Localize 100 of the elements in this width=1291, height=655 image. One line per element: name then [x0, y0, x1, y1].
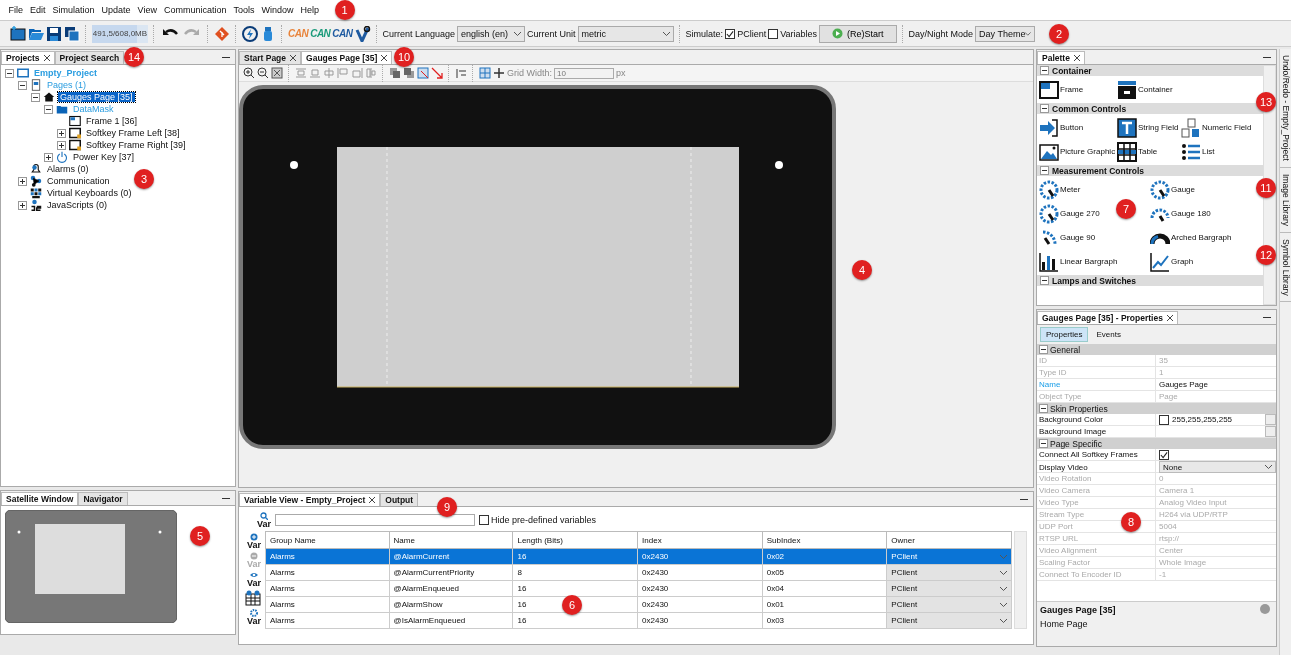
zoom-in-icon[interactable] — [243, 67, 255, 79]
property-name[interactable]: Display Video — [1037, 462, 1155, 472]
palette-item[interactable]: Gauge 90 — [1060, 233, 1096, 242]
expand-icon[interactable] — [18, 200, 27, 210]
column-header[interactable]: Owner — [886, 531, 1012, 549]
menu-item[interactable]: File — [5, 5, 27, 15]
panel-tab[interactable]: Variable View - Empty_Project — [239, 493, 381, 506]
expand-icon[interactable] — [57, 140, 66, 150]
panel-tab[interactable]: Gauges Page [35] - Properties — [1037, 311, 1178, 324]
panel-tab[interactable]: Start Page — [239, 51, 302, 64]
close-icon[interactable] — [1073, 55, 1080, 61]
dropdown-caret-icon[interactable] — [1000, 570, 1008, 575]
save-icon[interactable] — [46, 25, 62, 42]
collapse-icon[interactable] — [18, 80, 27, 90]
lightning-icon[interactable] — [242, 25, 258, 42]
git-icon[interactable] — [214, 25, 230, 42]
close-icon[interactable] — [369, 497, 376, 503]
panel-tab[interactable]: Projects — [1, 51, 55, 64]
close-icon[interactable] — [290, 55, 297, 61]
menu-item[interactable]: Communication — [160, 5, 230, 15]
resize-icon[interactable] — [417, 67, 429, 79]
collapse-icon[interactable] — [31, 92, 40, 102]
collapse-icon[interactable] — [1040, 166, 1049, 175]
dropdown-caret-icon[interactable] — [1000, 602, 1008, 607]
dropdown-caret-icon[interactable] — [1000, 586, 1008, 591]
fit-icon[interactable] — [271, 67, 283, 79]
palette-item[interactable]: Frame — [1060, 85, 1084, 94]
tree-item[interactable]: Alarms (0) — [45, 164, 91, 174]
panel-tab[interactable]: Project Search — [54, 51, 125, 64]
v-logo-icon[interactable] — [354, 25, 371, 42]
panel-tab[interactable]: Satellite Window — [1, 492, 79, 505]
dropdown-caret-icon[interactable] — [662, 31, 670, 36]
section-header[interactable]: Container — [1052, 65, 1092, 76]
panel-tab[interactable]: Output — [380, 493, 419, 506]
side-tab[interactable]: Undo/Redo - Empty_Project — [1280, 49, 1291, 168]
panel-tab[interactable]: Palette — [1037, 51, 1085, 64]
menu-item[interactable]: Update — [98, 5, 135, 15]
group-header[interactable]: General — [1050, 344, 1081, 355]
side-tab[interactable]: Symbol Library — [1280, 232, 1291, 303]
restart-button[interactable]: (Re)Start — [819, 24, 897, 43]
palette-item[interactable]: Gauge 180 — [1171, 209, 1211, 218]
palette-item[interactable]: Picture Graphic — [1060, 147, 1116, 156]
property-name[interactable]: Connect All Softkey Frames — [1037, 450, 1155, 459]
collapse-icon[interactable] — [1040, 66, 1049, 75]
expand-icon[interactable] — [18, 176, 27, 186]
tree-item[interactable]: Softkey Frame Left [38] — [84, 128, 182, 138]
property-name[interactable]: Background Image — [1037, 427, 1155, 436]
palette-item[interactable]: Button — [1060, 123, 1084, 132]
menu-item[interactable]: Help — [297, 5, 323, 15]
column-header[interactable]: Index — [637, 531, 763, 549]
palette-item[interactable]: Container — [1138, 85, 1173, 94]
snap-icon[interactable] — [493, 67, 505, 79]
theme-dropdown[interactable]: Day Theme — [975, 25, 1036, 42]
tree-item[interactable]: Frame 1 [36] — [84, 116, 140, 126]
panel-tab[interactable]: Navigator — [78, 492, 128, 505]
collapse-icon[interactable] — [1039, 404, 1048, 413]
tool-label[interactable]: Var — [246, 617, 261, 625]
color-swatch[interactable] — [1159, 414, 1169, 425]
expand-icon[interactable] — [44, 152, 53, 162]
property-name[interactable]: Background Color — [1037, 415, 1155, 424]
collapse-icon[interactable] — [44, 104, 53, 114]
palette-item[interactable]: Arched Bargraph — [1171, 233, 1232, 242]
column-header[interactable]: Group Name — [265, 531, 390, 549]
table-icon[interactable] — [245, 590, 261, 606]
collapse-icon[interactable] — [1040, 276, 1049, 285]
unit-dropdown[interactable]: metric — [577, 25, 674, 42]
dropdown-caret-icon[interactable] — [1025, 31, 1032, 36]
tab[interactable]: Events — [1090, 327, 1127, 342]
tree-item[interactable]: Softkey Frame Right [39] — [84, 140, 188, 150]
collapse-icon[interactable] — [1039, 345, 1048, 354]
language-dropdown[interactable]: english (en) — [457, 25, 526, 42]
menu-item[interactable]: Simulation — [49, 5, 99, 15]
palette-item[interactable]: Linear Bargraph — [1060, 257, 1118, 266]
dropdown-caret-icon[interactable] — [1000, 618, 1008, 623]
send-back-icon[interactable] — [403, 67, 415, 79]
column-header[interactable]: SubIndex — [762, 531, 887, 549]
palette-item[interactable]: Gauge — [1171, 185, 1196, 194]
collapse-icon[interactable] — [1040, 104, 1049, 113]
scrollbar[interactable] — [1014, 531, 1027, 629]
owner-dropdown[interactable]: PClient — [887, 597, 1011, 612]
owner-dropdown[interactable]: PClient — [887, 581, 1011, 596]
dropdown-caret-icon[interactable] — [514, 31, 522, 36]
column-header[interactable]: Name — [389, 531, 513, 549]
menu-item[interactable]: Edit — [26, 5, 50, 15]
side-tab[interactable]: Image Library — [1280, 167, 1291, 233]
checkbox[interactable] — [1159, 449, 1169, 460]
checkbox[interactable] — [725, 28, 736, 39]
palette-item[interactable]: Meter — [1060, 185, 1081, 194]
collapse-icon[interactable] — [1039, 439, 1048, 448]
close-icon[interactable] — [381, 55, 388, 61]
palette-item[interactable]: String Field — [1138, 123, 1179, 132]
arrow-icon[interactable] — [431, 67, 443, 79]
tree-item[interactable]: Power Key [37] — [71, 152, 137, 162]
property-dropdown[interactable]: None — [1159, 461, 1276, 473]
owner-dropdown[interactable]: PClient — [887, 613, 1011, 628]
save-all-icon[interactable] — [64, 25, 80, 42]
checkbox[interactable] — [479, 515, 489, 525]
panel-tab[interactable]: Gauges Page [35] — [301, 51, 393, 64]
checkbox[interactable] — [768, 28, 779, 39]
tree-item[interactable]: Virtual Keyboards (0) — [45, 188, 134, 198]
